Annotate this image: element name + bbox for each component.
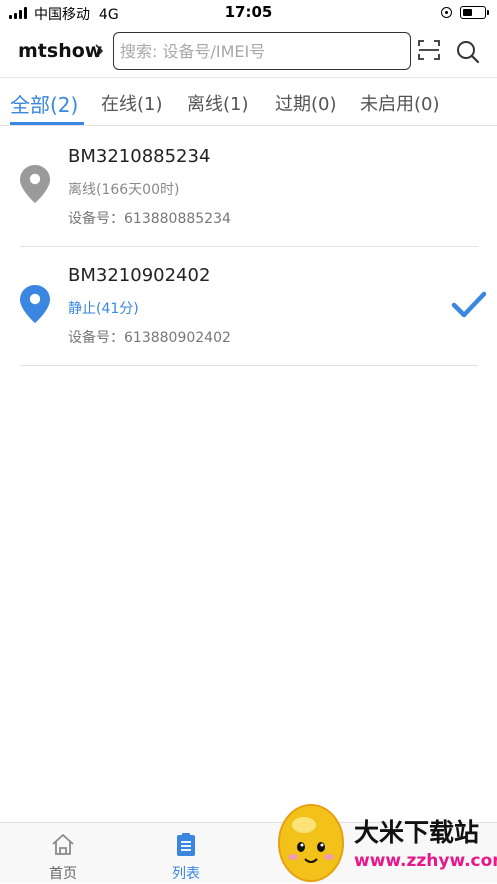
tabs-divider [0, 125, 497, 126]
nav-item-home[interactable]: 首页 [8, 823, 118, 884]
location-pin-icon [20, 165, 50, 203]
watermark-text: 大米下载站 [354, 818, 480, 847]
orientation-lock-icon [441, 7, 452, 18]
list-icon [177, 833, 195, 856]
check-icon [451, 291, 487, 318]
device-id: 设备号：613880885234 [68, 211, 231, 227]
header: mtshow [0, 28, 497, 76]
device-name: BM3210902402 [68, 265, 211, 286]
device-name: BM3210885234 [68, 146, 211, 167]
list-item-device-1[interactable]: BM3210885234 离线(166天00时) 设备号：61388088523… [0, 128, 497, 246]
tab-online[interactable]: 在线(1) [101, 90, 163, 116]
row-divider [20, 365, 478, 366]
filter-tabs: 全部(2) 在线(1) 离线(1) 过期(0) 未启用(0) [0, 78, 497, 126]
tab-inactive[interactable]: 未启用(0) [360, 90, 440, 116]
list-item-device-2[interactable]: BM3210902402 静止(41分) 设备号：613880902402 [0, 247, 497, 365]
location-pin-icon [20, 285, 50, 323]
search-icon[interactable] [456, 40, 480, 64]
watermark-url: www.zzhyw.com [354, 851, 497, 871]
rice-mascot-logo [278, 804, 344, 882]
battery-icon [460, 6, 489, 19]
home-icon [52, 834, 74, 855]
scan-icon[interactable] [418, 39, 440, 61]
nav-label-list: 列表 [172, 866, 200, 882]
chevron-right-icon[interactable] [94, 43, 104, 59]
status-time: 17:05 [224, 3, 273, 21]
nav-item-list[interactable]: 列表 [131, 823, 241, 884]
status-bar: 中国移动 4G 17:05 [0, 0, 497, 28]
nav-label-home: 首页 [49, 866, 77, 882]
device-status: 静止(41分) [68, 301, 139, 317]
device-id: 设备号：613880902402 [68, 330, 231, 346]
watermark: 大米下载站 www.zzhyw.com [272, 795, 497, 883]
search-input[interactable] [120, 39, 400, 63]
tab-expired[interactable]: 过期(0) [275, 90, 337, 116]
device-status: 离线(166天00时) [68, 182, 180, 198]
tab-offline[interactable]: 离线(1) [187, 90, 249, 116]
account-name[interactable]: mtshow [18, 40, 102, 62]
search-box[interactable] [113, 32, 411, 70]
tab-all[interactable]: 全部(2) [10, 89, 78, 118]
